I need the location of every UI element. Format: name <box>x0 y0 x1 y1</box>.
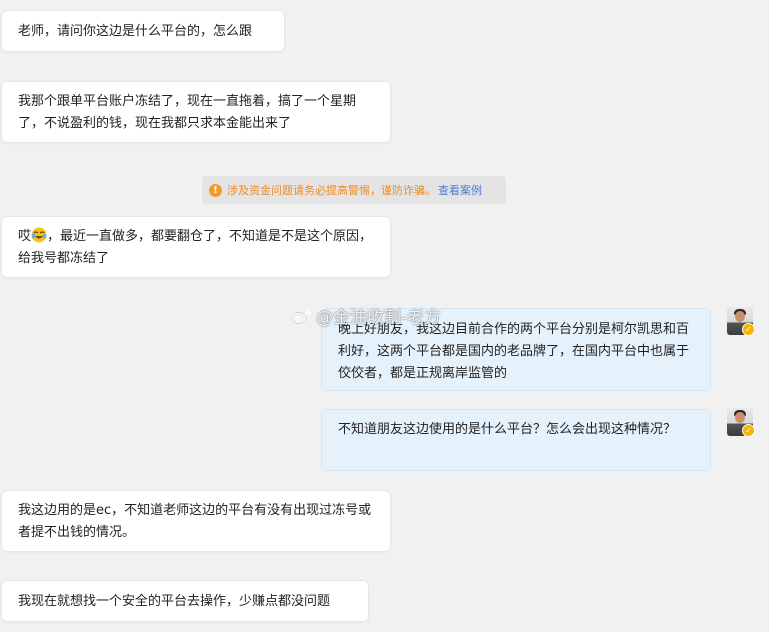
message-text: 晚上好朋友，我这边目前合作的两个平台分别是柯尔凯思和百利好，这两个平台都是国内的… <box>338 322 690 381</box>
message-text: 不知道朋友这边使用的是什么平台？怎么会出现这种情况？ <box>338 422 677 437</box>
laughing-tears-emoji <box>31 227 47 243</box>
message-incoming: 我这边用的是ec，不知道老师这边的平台有没有出现过冻号或者提不出钱的情况。 <box>1 490 391 552</box>
avatar-face <box>735 412 745 423</box>
message-text: 老师，请问你这边是什么平台的，怎么跟 <box>18 24 253 39</box>
fraud-warning-notice: ! 涉及资金问题请务必提高警惕，谨防诈骗。 查看案例 <box>202 176 506 204</box>
message-incoming: 哎，最近一直做多，都要翻仓了，不知道是不是这个原因，给我号都冻结了 <box>1 216 391 278</box>
weibo-icon <box>290 308 311 324</box>
info-icon: ! <box>209 183 222 197</box>
message-incoming: 老师，请问你这边是什么平台的，怎么跟 <box>1 10 285 52</box>
message-incoming: 我现在就想找一个安全的平台去操作，少赚点都没问题 <box>1 580 369 622</box>
view-cases-link[interactable]: 查看案例 <box>438 182 482 198</box>
verified-badge-icon: ✓ <box>742 323 755 336</box>
message-outgoing: 晚上好朋友，我这边目前合作的两个平台分别是柯尔凯思和百利好，这两个平台都是国内的… <box>321 308 711 391</box>
message-incoming: 我那个跟单平台账户冻结了，现在一直拖着，搞了一个星期了，不说盈利的钱，现在我都只… <box>1 81 391 143</box>
avatar-face <box>735 311 745 322</box>
message-text: 哎 <box>18 229 32 244</box>
message-text: 我这边用的是ec，不知道老师这边的平台有没有出现过冻号或者提不出钱的情况。 <box>18 503 372 540</box>
message-outgoing: 不知道朋友这边使用的是什么平台？怎么会出现这种情况？ <box>321 409 711 471</box>
warning-text: 涉及资金问题请务必提高警惕，谨防诈骗。 <box>227 184 436 197</box>
verified-badge-icon: ✓ <box>742 424 755 437</box>
message-text: ，最近一直做多，都要翻仓了，不知道是不是这个原因，给我号都冻结了 <box>18 229 373 266</box>
message-text: 我那个跟单平台账户冻结了，现在一直拖着，搞了一个星期了，不说盈利的钱，现在我都只… <box>18 94 357 131</box>
message-text: 我现在就想找一个安全的平台去操作，少赚点都没问题 <box>18 594 331 609</box>
